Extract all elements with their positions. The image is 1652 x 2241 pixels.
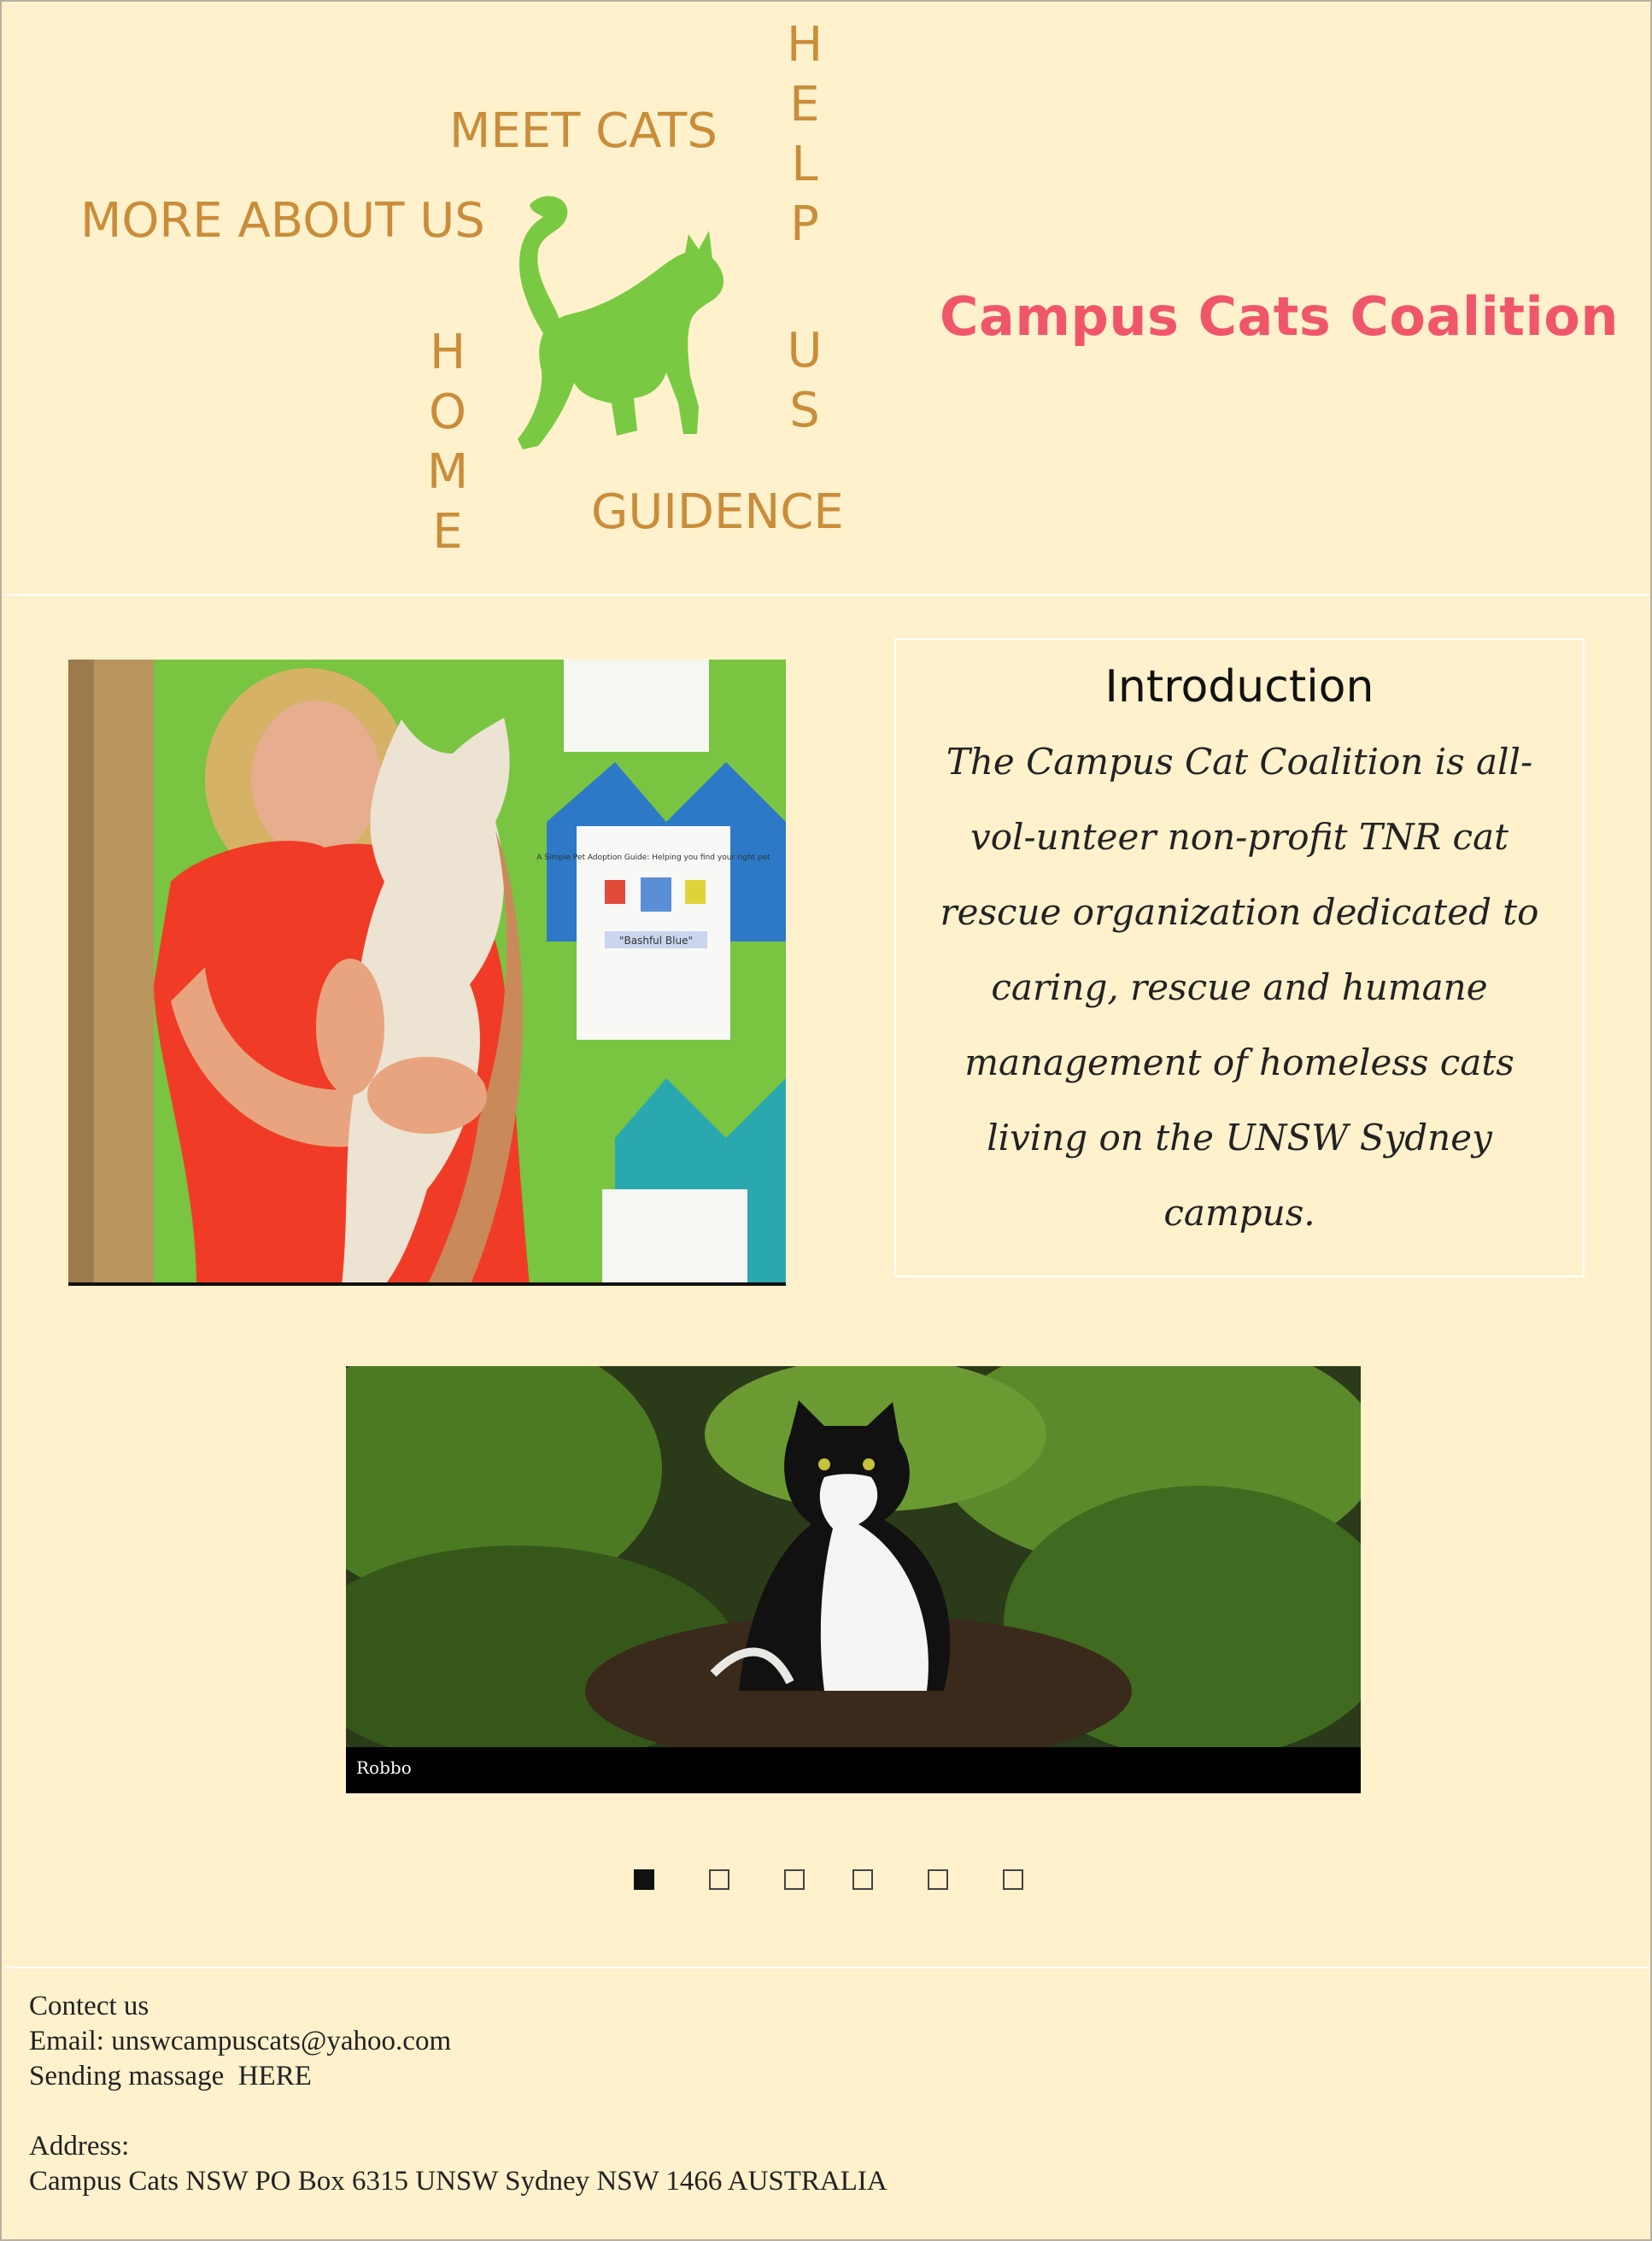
slide-image-black-white-cat: [346, 1366, 1361, 1747]
intro-title: Introduction: [1104, 661, 1374, 713]
nav-meet-cats[interactable]: MEET CATS: [449, 108, 718, 155]
nav-home[interactable]: HOME: [424, 323, 472, 562]
intro-text: The Campus Cat Coalition is all-vol-unte…: [940, 741, 1539, 1234]
cat-slideshow[interactable]: Robbo: [346, 1366, 1361, 1793]
nav-letter[interactable]: U: [781, 321, 829, 381]
poster-title: A Simple Pet Adoption Guide: Helping you…: [536, 854, 770, 862]
contact-label: Contect us: [29, 1991, 149, 2021]
site-title: Campus Cats Coalition: [940, 285, 1619, 348]
address-label: Address:: [29, 2131, 130, 2162]
slide-dot-5[interactable]: [928, 1869, 948, 1890]
nav-letter[interactable]: P: [781, 195, 829, 255]
slide-dot-1[interactable]: [634, 1869, 654, 1890]
nav-letter[interactable]: H: [424, 323, 472, 383]
slide-dot-6[interactable]: [1003, 1869, 1023, 1890]
page-frame: MEET CATS MORE ABOUT US GUIDENCE HOME HE…: [0, 0, 1652, 2241]
volunteer-holding-cat-photo: A Simple Pet Adoption Guide: Helping you…: [68, 660, 786, 1286]
volunteer-photo-illustration: A Simple Pet Adoption Guide: Helping you…: [68, 660, 786, 1282]
nav-letter[interactable]: S: [781, 381, 829, 441]
nav-letter[interactable]: O: [424, 383, 472, 443]
send-message-line: Sending massage HERE: [29, 2059, 1650, 2094]
slide-dot-3[interactable]: [784, 1869, 805, 1890]
slide-caption: Robbo: [356, 1757, 412, 1778]
footer: Contect us Email: unswcampuscats@yahoo.c…: [5, 1967, 1650, 2241]
nav-guidence[interactable]: GUIDENCE: [591, 489, 844, 537]
contact-email[interactable]: Email: unswcampuscats@yahoo.com: [29, 2024, 1650, 2059]
slideshow-dots: [2, 1869, 1652, 1892]
nav-us[interactable]: US: [781, 321, 829, 441]
footer-spacer: [29, 2094, 1650, 2129]
send-message-link[interactable]: HERE: [238, 2061, 312, 2091]
slide-dot-4[interactable]: [852, 1869, 873, 1890]
nav-letter[interactable]: E: [781, 75, 829, 135]
nav-help[interactable]: HELP: [781, 15, 829, 255]
introduction-panel: Introduction The Campus Cat Coalition is…: [894, 638, 1585, 1277]
slide-dot-2[interactable]: [709, 1869, 729, 1890]
nav-letter[interactable]: E: [424, 502, 472, 562]
send-message-label: Sending massage: [29, 2061, 225, 2091]
nav-letter[interactable]: H: [781, 15, 829, 75]
address-text: Campus Cats NSW PO Box 6315 UNSW Sydney …: [29, 2166, 888, 2197]
header: MEET CATS MORE ABOUT US GUIDENCE HOME HE…: [5, 3, 1650, 595]
poster-name: "Bashful Blue": [619, 935, 693, 947]
cat-silhouette-icon[interactable]: [499, 190, 747, 449]
nav-letter[interactable]: L: [781, 135, 829, 195]
nav-more-about-us[interactable]: MORE ABOUT US: [80, 197, 485, 245]
nav-letter[interactable]: M: [424, 443, 472, 502]
